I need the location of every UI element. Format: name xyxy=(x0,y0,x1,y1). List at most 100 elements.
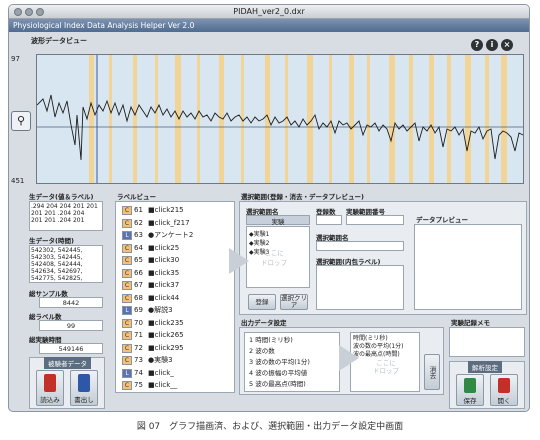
raw-label-row: 201 201 .204 204 xyxy=(31,210,85,217)
clear-selection-button[interactable]: 選択クリア xyxy=(280,294,308,310)
label-list-item[interactable]: C 61 ■click215 xyxy=(116,205,234,216)
output-selected-item[interactable]: 波の最高点(時間) xyxy=(353,351,417,359)
output-option[interactable]: 2 波の数 xyxy=(249,346,335,357)
label-number: 70 xyxy=(134,318,143,327)
analysis-title: 解析設定 xyxy=(468,361,502,373)
waveform-view[interactable] xyxy=(36,54,524,184)
output-arrow-icon xyxy=(339,345,359,371)
wave-adjust-icon[interactable]: ⚲ xyxy=(11,111,31,131)
range-list-item[interactable]: ◆実験2 xyxy=(249,238,307,247)
register-button[interactable]: 登録 xyxy=(248,294,276,310)
register-count-field xyxy=(316,215,342,225)
analysis-save-label: 保存 xyxy=(463,397,477,405)
label-list[interactable]: C 61 ■click215 C 62 ■click_f217 L 63 ●アンケート2 C 64 ■… xyxy=(115,201,235,393)
analysis-open-button[interactable]: 開く xyxy=(490,374,518,406)
output-selected-item[interactable]: 波の数の平均(1分) xyxy=(353,343,417,351)
raw-time-row: 542775, 542825, xyxy=(31,275,83,282)
label-name: ■click265 xyxy=(148,331,184,339)
label-number: 75 xyxy=(134,381,143,389)
label-number: 65 xyxy=(134,256,143,264)
label-list-item[interactable]: C 64 ■click25 xyxy=(116,243,234,254)
load-arrow-icon xyxy=(44,374,56,392)
raw-label-row: .294 204 204 201 201 xyxy=(31,203,98,210)
label-list-item[interactable]: C 67 ■click37 xyxy=(116,280,234,291)
label-number: 66 xyxy=(134,268,143,277)
label-name: ■click30 xyxy=(148,256,180,264)
close-icon[interactable]: × xyxy=(501,39,513,51)
info-icon[interactable]: i xyxy=(486,39,498,51)
raw-data-label-box[interactable]: .294 204 204 201 201 201 201 .204 204 20… xyxy=(29,201,103,231)
label-type-badge: L xyxy=(122,231,132,240)
wave-section-label: 波形データビュー xyxy=(31,37,87,45)
label-bands xyxy=(89,55,507,183)
help-icon[interactable]: ? xyxy=(471,39,483,51)
export-arrow-icon xyxy=(78,374,90,392)
label-list-item[interactable]: C 65 ■click30 xyxy=(116,255,234,266)
range-list[interactable]: ◆実験1 ◆実験2 ◆実験3 ここに ドロップ xyxy=(246,226,310,288)
label-list-item[interactable]: L 74 ■click_ xyxy=(116,368,234,379)
output-selected[interactable]: 時間(ミリ秒) 波の数の平均(1分) 波の最高点(時間) ここに ドロップ xyxy=(350,332,420,392)
label-type-badge: C xyxy=(122,206,132,215)
output-option[interactable]: 5 波の最高点(時間) xyxy=(249,379,335,390)
raw-time-row: 542302, 542445, xyxy=(31,247,83,254)
label-name: ■click_ xyxy=(148,368,174,377)
label-type-badge: C xyxy=(122,243,132,253)
range-list-item[interactable]: ◆実験1 xyxy=(249,229,307,238)
export-label: 書出し xyxy=(74,396,94,404)
label-name: ■click25 xyxy=(148,243,180,252)
label-list-item[interactable]: C 73 ●実験3 xyxy=(116,355,234,366)
raw-time-row: 542408, 542444, xyxy=(31,261,83,268)
label-list-item[interactable]: C 70 ■click235 xyxy=(116,318,234,329)
output-clear-button[interactable]: 消去 xyxy=(424,354,440,390)
wave-y-bottom: 451 xyxy=(11,177,25,185)
label-number: 68 xyxy=(134,293,143,302)
app-title: Physiological Index Data Analysis Helper… xyxy=(9,19,529,32)
memo-field[interactable] xyxy=(449,327,525,357)
output-selected-item[interactable]: 時間(ミリ秒) xyxy=(353,335,417,343)
analysis-save-button[interactable]: 保存 xyxy=(456,374,484,406)
range-number-field[interactable] xyxy=(346,215,404,225)
output-option[interactable]: 3 波の数の平均(1分) xyxy=(249,357,335,368)
label-list-item[interactable]: C 68 ■click44 xyxy=(116,293,234,304)
label-list-item[interactable]: C 71 ■click265 xyxy=(116,330,234,341)
label-number: 67 xyxy=(134,281,143,289)
waveform-chart xyxy=(37,55,523,183)
label-number: 72 xyxy=(134,343,143,352)
total-samples-value: 8442 xyxy=(39,297,103,308)
label-list-item[interactable]: C 66 ■click35 xyxy=(116,268,234,279)
label-name: ■click_f217 xyxy=(148,218,190,227)
label-type-badge: C xyxy=(122,343,132,353)
output-options[interactable]: 1 時間(ミリ秒) 2 波の数 3 波の数の平均(1分) 4 波の振幅の平均値 … xyxy=(244,332,340,392)
label-list-item[interactable]: C 62 ■click_f217 xyxy=(116,218,234,229)
range-name-tab[interactable]: 実験 xyxy=(246,215,310,226)
label-number: 71 xyxy=(134,331,143,339)
label-type-badge: C xyxy=(122,268,132,278)
output-option[interactable]: 4 波の振幅の平均値 xyxy=(249,368,335,379)
analysis-open-label: 開く xyxy=(497,397,511,405)
drag-arrow-icon xyxy=(229,248,249,274)
label-list-item[interactable]: C 75 ■click__ xyxy=(116,380,234,391)
label-number: 69 xyxy=(134,306,143,314)
label-list-item[interactable]: L 63 ●アンケート2 xyxy=(116,230,234,241)
label-list-item[interactable]: L 69 ●解説3 xyxy=(116,305,234,316)
output-option[interactable]: 1 時間(ミリ秒) xyxy=(249,335,335,346)
label-number: 73 xyxy=(134,356,143,364)
load-button[interactable]: 読込み xyxy=(36,370,64,406)
range-field xyxy=(316,241,404,251)
label-type-badge: C xyxy=(122,256,132,265)
raw-data-time-box[interactable]: 542302, 542445, 542303, 542445, 542408, … xyxy=(29,245,103,283)
save-out-button[interactable]: 書出し xyxy=(70,370,98,406)
label-number: 63 xyxy=(134,231,143,239)
preview-label: データプレビュー xyxy=(416,216,468,224)
range-content-field xyxy=(316,265,404,310)
label-number: 74 xyxy=(134,368,143,377)
label-name: ●解説3 xyxy=(148,306,173,314)
label-type-badge: L xyxy=(122,306,132,315)
load-label: 読込み xyxy=(40,396,60,404)
label-type-badge: C xyxy=(122,293,132,303)
preview-field xyxy=(414,224,522,310)
label-name: ■click35 xyxy=(148,268,180,277)
label-type-badge: C xyxy=(122,281,132,290)
measurement-data-title: 被験者データ xyxy=(44,357,91,369)
label-list-item[interactable]: C 72 ■click295 xyxy=(116,343,234,354)
